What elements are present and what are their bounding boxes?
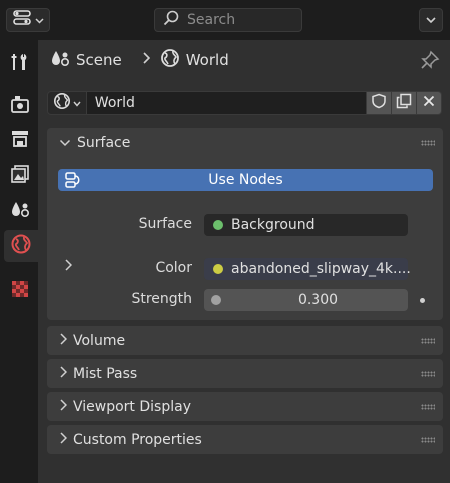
panel-title: Custom Properties — [73, 431, 202, 448]
chevron-down-icon — [35, 12, 44, 28]
texture-icon — [10, 279, 30, 303]
world-name-field[interactable]: World — [86, 91, 368, 115]
tab-view-layer[interactable] — [4, 160, 36, 192]
breadcrumb-world: World — [185, 51, 229, 69]
duplicate-icon — [396, 93, 412, 113]
strength-label: Strength — [131, 291, 192, 307]
world-icon — [53, 92, 71, 114]
color-texture-field[interactable]: abandoned_slipway_4k.... — [204, 258, 411, 280]
surface-label: Surface — [138, 216, 192, 232]
keyframe-dot-icon[interactable] — [420, 298, 425, 303]
scene-icon — [10, 199, 30, 223]
drag-grip-icon[interactable] — [421, 437, 435, 443]
shield-icon — [371, 93, 387, 113]
float-socket-icon — [211, 295, 221, 305]
viewport-display-panel-header[interactable]: Viewport Display — [47, 392, 443, 421]
chevron-down-icon — [426, 12, 436, 28]
node-tree-icon — [64, 171, 84, 193]
shader-socket-icon — [213, 220, 223, 230]
render-icon — [10, 94, 30, 118]
pin-icon[interactable] — [420, 50, 440, 74]
output-icon — [10, 129, 30, 153]
scene-icon — [50, 48, 70, 72]
breadcrumb: Scene World — [38, 40, 450, 80]
properties-content: Scene World World Surface Use Nodes Surf… — [38, 40, 450, 483]
tab-output[interactable] — [4, 125, 36, 157]
color-label: Color — [155, 260, 192, 276]
search-icon — [163, 10, 179, 30]
drag-grip-icon[interactable] — [421, 371, 435, 377]
volume-panel-header[interactable]: Volume — [47, 326, 443, 355]
tab-scene[interactable] — [4, 195, 36, 227]
fake-user-button[interactable] — [367, 91, 393, 115]
use-nodes-label: Use Nodes — [208, 172, 283, 188]
tab-tool[interactable] — [4, 48, 36, 80]
search-input[interactable]: Search — [154, 8, 302, 32]
custom-properties-panel-header[interactable]: Custom Properties — [47, 425, 443, 454]
tab-texture[interactable] — [4, 275, 36, 307]
drag-grip-icon[interactable] — [421, 338, 435, 344]
tool-icon — [10, 52, 30, 76]
options-menu-button[interactable] — [419, 8, 443, 32]
use-nodes-button[interactable]: Use Nodes — [58, 169, 433, 191]
drag-grip-icon[interactable] — [421, 404, 435, 410]
world-icon — [10, 233, 32, 259]
strength-value: 0.300 — [297, 292, 339, 308]
mist-pass-panel[interactable]: Mist Pass — [47, 359, 443, 388]
panel-title: Viewport Display — [73, 398, 191, 415]
chevron-right-icon — [59, 365, 68, 382]
volume-panel[interactable]: Volume — [47, 326, 443, 355]
search-placeholder: Search — [187, 12, 236, 28]
chevron-right-icon — [59, 332, 68, 349]
tab-world[interactable] — [4, 230, 38, 262]
chevron-right-icon — [59, 431, 68, 448]
strength-socket[interactable] — [204, 289, 228, 311]
tab-render[interactable] — [4, 90, 36, 122]
drag-grip-icon[interactable] — [421, 140, 435, 146]
viewport-display-panel[interactable]: Viewport Display — [47, 392, 443, 421]
surface-shader-field[interactable]: Background — [204, 214, 408, 236]
properties-editor-icon — [12, 9, 32, 31]
world-browse-button[interactable] — [47, 91, 87, 115]
panel-title: Mist Pass — [73, 365, 138, 382]
properties-tab-bar — [0, 40, 38, 483]
unlink-button[interactable] — [417, 91, 442, 115]
chevron-right-icon — [59, 398, 68, 415]
chevron-down-icon — [59, 135, 71, 151]
custom-properties-panel[interactable]: Custom Properties — [47, 425, 443, 454]
panel-title: Volume — [73, 332, 126, 349]
surface-panel-header[interactable]: Surface — [47, 128, 443, 158]
panel-title: Surface — [77, 135, 131, 151]
editor-type-button[interactable] — [6, 8, 50, 32]
header-bar: Search — [0, 0, 450, 40]
surface-panel: Surface Use Nodes Surface Background Col… — [47, 128, 443, 320]
view-layer-icon — [10, 164, 30, 188]
color-socket-icon — [213, 264, 223, 274]
world-icon — [160, 48, 180, 72]
chevron-right-icon — [142, 52, 150, 68]
breadcrumb-scene: Scene — [76, 51, 122, 69]
color-value: abandoned_slipway_4k.... — [231, 261, 411, 277]
close-icon — [423, 95, 435, 111]
duplicate-button[interactable] — [392, 91, 418, 115]
world-datablock-selector: World — [47, 91, 442, 115]
chevron-down-icon — [73, 95, 81, 111]
mist-pass-panel-header[interactable]: Mist Pass — [47, 359, 443, 388]
surface-value: Background — [231, 217, 315, 233]
strength-slider[interactable]: 0.300 — [228, 289, 408, 311]
